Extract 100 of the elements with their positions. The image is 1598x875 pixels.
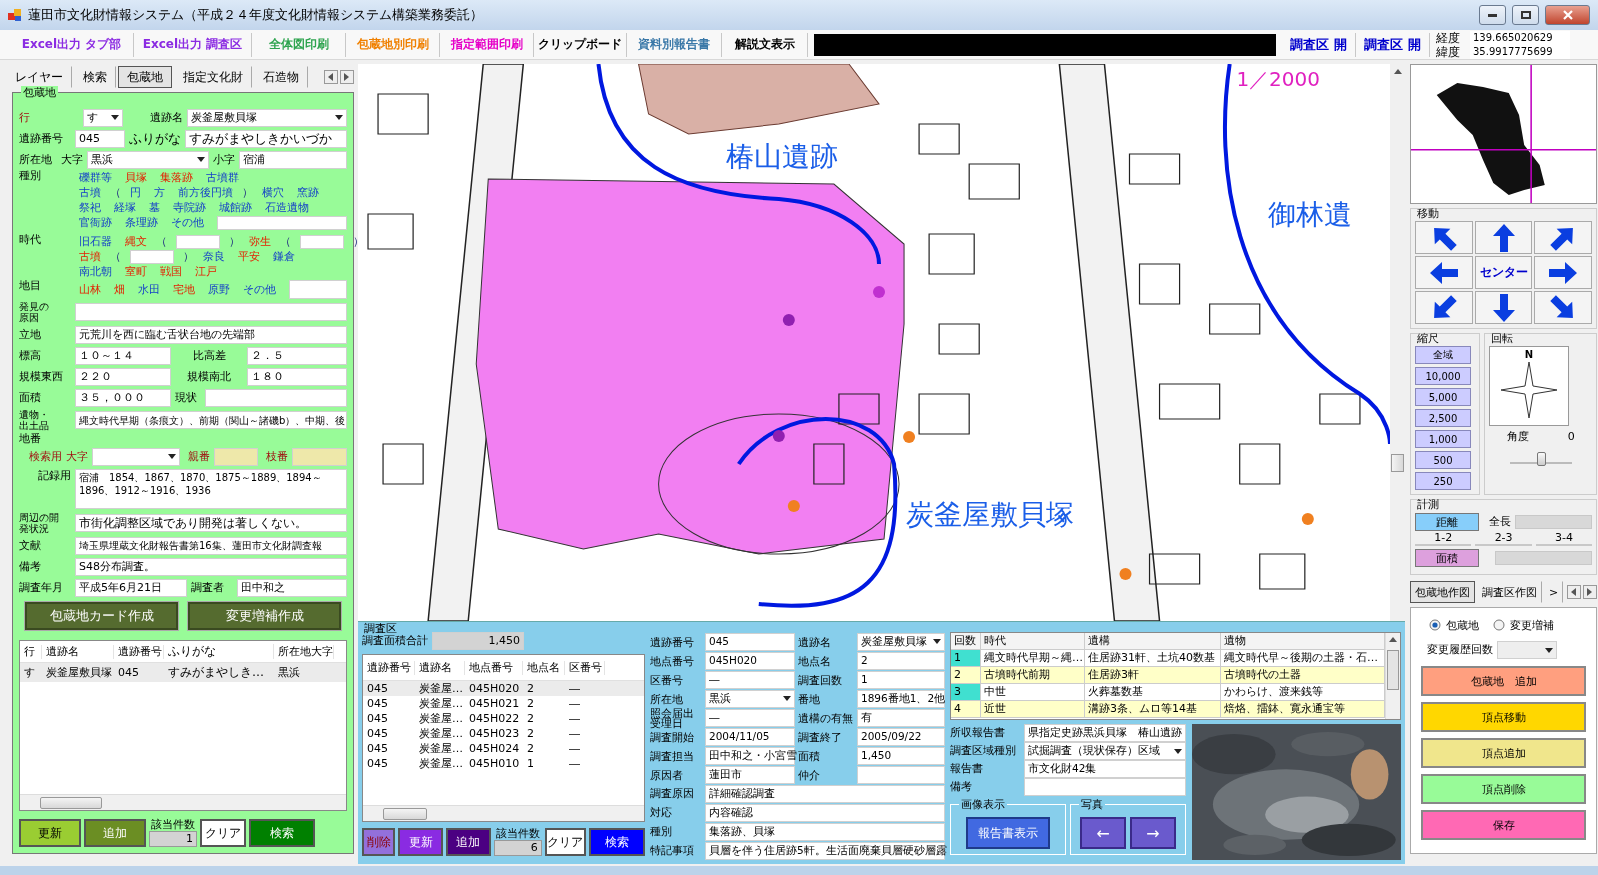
option-label[interactable]: 官衙跡	[79, 215, 112, 230]
center-button[interactable]: センター	[1474, 256, 1533, 289]
option-label[interactable]: 古墳群	[206, 170, 239, 185]
text-field[interactable]: 集落跡、貝塚	[705, 822, 945, 841]
text-field[interactable]: ―	[705, 670, 795, 689]
tab[interactable]: 石造物	[254, 66, 308, 88]
pan-button[interactable]	[1534, 291, 1593, 324]
text-field[interactable]: 2	[857, 651, 945, 670]
scrollbar-thumb[interactable]	[1391, 454, 1404, 472]
option-label[interactable]: 円	[130, 185, 141, 200]
pan-button[interactable]	[1415, 221, 1473, 254]
text-field[interactable]: S48分布調査。	[75, 557, 347, 576]
text-field[interactable]: 2004/11/05	[705, 727, 795, 746]
option-label[interactable]: 貝塚	[125, 170, 147, 185]
text-field[interactable]	[1024, 778, 1186, 796]
table-row[interactable]: す 炭釜屋敷貝塚 045 すみがまやしき… 黒浜	[20, 663, 346, 682]
text-field[interactable]: 平成5年6月21日	[75, 578, 187, 597]
next-button[interactable]: →	[1130, 817, 1176, 849]
scale-button[interactable]: 10,000	[1415, 367, 1471, 385]
action-button[interactable]: 報告書表示	[966, 817, 1050, 849]
scroll-left-button[interactable]	[324, 70, 338, 84]
toolbar-button[interactable]: 資料別報告書	[627, 32, 722, 57]
toolbar-button[interactable]: クリップボード	[534, 32, 627, 57]
pan-button[interactable]	[1415, 256, 1473, 289]
option-label[interactable]: その他	[171, 215, 204, 230]
option-label[interactable]: 集落跡	[160, 170, 193, 185]
toolbar-button[interactable]: 調査区 開	[1356, 32, 1430, 57]
text-field[interactable]: 貝層を伴う住居跡5軒。生活面廃棄貝層硬砂層露	[705, 841, 945, 860]
column-header[interactable]: ふりがな	[164, 644, 274, 659]
option-label[interactable]: 旧石器	[79, 234, 112, 249]
dropdown[interactable]: 試掘調査（現状保存）区域	[1024, 742, 1186, 760]
scale-button[interactable]: 5,000	[1415, 388, 1471, 406]
dropdown[interactable]: 炭釜屋敷貝塚	[857, 632, 945, 651]
action-button[interactable]: 追加	[84, 819, 146, 847]
text-field[interactable]	[289, 280, 347, 299]
pan-button[interactable]	[1474, 221, 1533, 254]
option-label[interactable]: 宅地	[173, 282, 195, 297]
option-label[interactable]: 南北朝	[79, 264, 112, 279]
dropdown[interactable]: 黒浜	[87, 150, 209, 169]
text-field[interactable]: １０～１４	[75, 346, 171, 365]
text-field[interactable]	[214, 447, 258, 466]
text-field[interactable]: 市文化財42集	[1024, 760, 1186, 778]
action-button[interactable]: 追加	[445, 828, 491, 856]
scrollbar[interactable]	[363, 805, 644, 821]
option-label[interactable]: 前方後円墳	[178, 185, 233, 200]
maximize-button[interactable]	[1512, 5, 1539, 25]
text-field[interactable]: 県指定史跡黒浜貝塚 椿山遺跡	[1024, 724, 1186, 742]
close-button[interactable]	[1545, 5, 1590, 25]
text-field[interactable]: 2005/09/22	[857, 727, 945, 746]
text-field[interactable]: 045	[705, 632, 795, 651]
column-header[interactable]: 回数	[951, 633, 981, 650]
text-field[interactable]: 田中和之・小宮雪	[705, 746, 795, 765]
text-field[interactable]: １８０	[247, 367, 347, 386]
pan-button[interactable]	[1534, 256, 1593, 289]
text-field[interactable]: ２２０	[75, 367, 171, 386]
dropdown[interactable]: す	[83, 108, 123, 127]
option-label[interactable]: 江戸	[195, 264, 217, 279]
column-header[interactable]: 遺跡番号	[363, 660, 415, 675]
scale-button[interactable]: 1,000	[1415, 430, 1471, 448]
toolbar-button[interactable]: 解説文表示	[722, 32, 808, 57]
text-field[interactable]: 宿浦	[239, 150, 347, 169]
option-label[interactable]: 鎌倉	[273, 249, 295, 264]
tab[interactable]: 指定文化財	[174, 66, 252, 88]
option-label[interactable]: 窯跡	[297, 185, 319, 200]
text-field[interactable]: 蓮田市	[705, 765, 795, 784]
scrollbar[interactable]	[20, 794, 346, 810]
radio-button[interactable]: 変更増補	[1493, 617, 1554, 633]
tab[interactable]: 調査区作図	[1477, 581, 1542, 603]
column-header[interactable]: 遺跡番号	[114, 644, 164, 659]
action-button[interactable]: 検索	[588, 828, 645, 856]
option-label[interactable]: 原野	[208, 282, 230, 297]
scrollbar[interactable]	[1385, 633, 1400, 719]
table-row[interactable]: 045 炭釜屋… 045H023 2 ―	[363, 726, 644, 741]
pan-button[interactable]	[1534, 221, 1593, 254]
action-button[interactable]: 更新	[398, 828, 443, 856]
scroll-left-button[interactable]	[1567, 585, 1582, 599]
toolbar-button[interactable]: 調査区 開	[1282, 32, 1356, 57]
action-button[interactable]: 変更増補作成	[188, 602, 341, 630]
toolbar-button[interactable]: Excel出力 調査区	[134, 32, 252, 57]
text-field[interactable]: 縄文時代早期（条痕文）、前期（関山～諸磯b）、中期、後	[75, 411, 347, 429]
tab[interactable]: >	[1544, 581, 1564, 603]
column-header[interactable]: 地点名	[523, 660, 565, 675]
option-label[interactable]: 古墳	[79, 249, 101, 264]
dropdown[interactable]: 炭釜屋敷貝塚	[187, 108, 347, 127]
text-field[interactable]: 045	[75, 129, 125, 148]
column-header[interactable]: 所在地大字	[274, 644, 334, 659]
scale-button[interactable]: 2,500	[1415, 409, 1471, 427]
action-button[interactable]: 頂点移動	[1421, 702, 1587, 732]
text-field[interactable]: 1	[857, 670, 945, 689]
option-label[interactable]: 弥生	[249, 234, 271, 249]
text-field[interactable]: ２．５	[247, 346, 347, 365]
minimize-button[interactable]	[1479, 5, 1506, 25]
scale-button[interactable]: 全域	[1415, 346, 1471, 364]
text-field[interactable]	[176, 234, 220, 249]
column-header[interactable]: 遺跡名	[415, 660, 465, 675]
option-label[interactable]: 縄文	[125, 234, 147, 249]
text-field[interactable]: 埼玉県埋蔵文化財報告書第16集、蓮田市文化財調査報	[75, 536, 347, 555]
dropdown[interactable]: 黒浜	[705, 689, 795, 708]
text-field[interactable]	[217, 215, 347, 230]
action-button[interactable]: 包蔵地カード作成	[25, 602, 178, 630]
